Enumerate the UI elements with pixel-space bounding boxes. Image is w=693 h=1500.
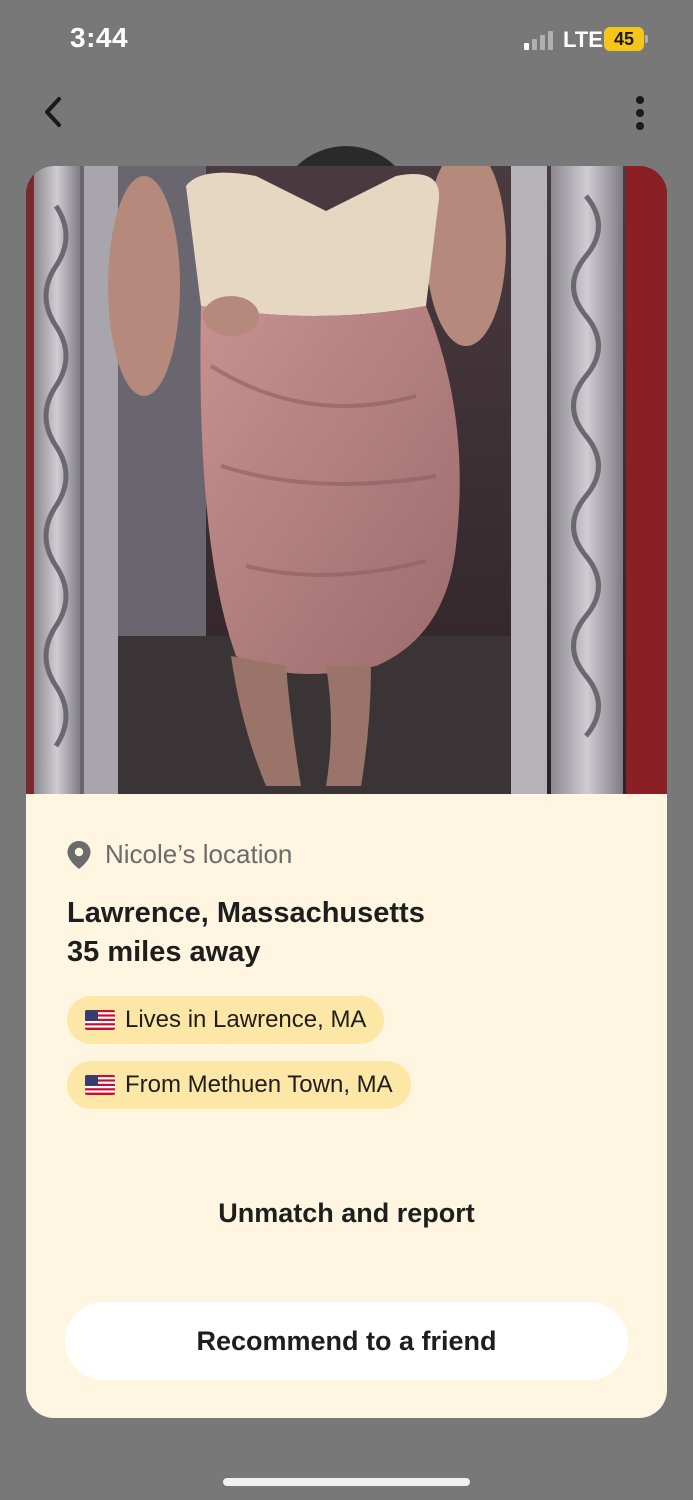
profile-photo[interactable] <box>26 166 667 794</box>
location-section: Nicole’s location Lawrence, Massachusett… <box>26 794 667 1418</box>
hometown-label: From Methuen Town, MA <box>125 1071 393 1098</box>
hometown-chip: From Methuen Town, MA <box>67 1061 411 1109</box>
location-distance: 35 miles away <box>67 936 261 968</box>
battery-level: 45 <box>613 28 635 49</box>
us-flag-icon <box>85 1075 115 1095</box>
more-options-button[interactable] <box>624 90 658 134</box>
more-dot <box>636 122 644 130</box>
more-dot <box>636 109 644 117</box>
recommend-friend-button[interactable]: Recommend to a friend <box>65 1302 628 1380</box>
battery-icon: 45 <box>604 27 644 51</box>
unmatch-report-button[interactable]: Unmatch and report <box>26 1198 667 1229</box>
cellular-signal-icon <box>524 30 556 50</box>
lives-in-label: Lives in Lawrence, MA <box>125 1006 367 1033</box>
status-bar: 3:44 LTE 45 <box>0 0 693 80</box>
battery-tip <box>645 35 648 43</box>
status-time: 3:44 <box>70 22 129 53</box>
location-city: Lawrence, Massachusetts <box>67 897 425 929</box>
location-pin-icon <box>67 840 91 869</box>
network-type: LTE <box>563 27 603 52</box>
profile-detail-screen: 3:44 LTE 45 Nicole’s location Lawrence, … <box>0 0 693 1500</box>
profile-photo-image <box>26 166 667 794</box>
back-button[interactable] <box>34 90 74 134</box>
us-flag-icon <box>85 1010 115 1030</box>
more-dot <box>636 96 644 104</box>
recommend-friend-label: Recommend to a friend <box>196 1325 497 1356</box>
chevron-left-icon <box>45 97 61 127</box>
location-title: Nicole’s location <box>105 839 293 869</box>
location-header: Nicole’s location <box>66 839 292 870</box>
lives-in-chip: Lives in Lawrence, MA <box>67 996 385 1044</box>
home-indicator[interactable] <box>223 1478 470 1486</box>
profile-card: Nicole’s location Lawrence, Massachusett… <box>26 166 667 1418</box>
